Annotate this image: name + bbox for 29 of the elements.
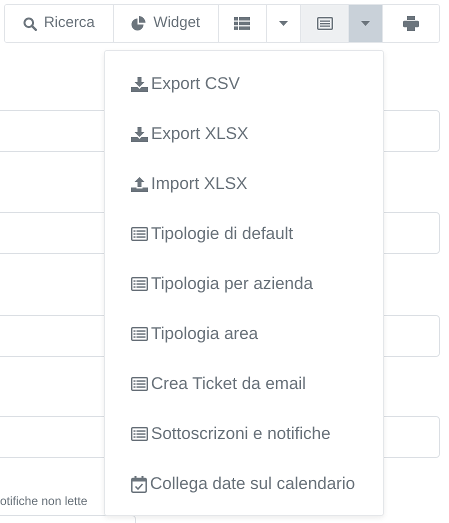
menu-item[interactable]: Crea Ticket da email — [105, 359, 383, 409]
list-card-icon — [131, 427, 148, 441]
menu-item[interactable]: Tipologie di default — [105, 209, 383, 259]
list-card-icon — [131, 227, 148, 241]
list-icon — [234, 17, 250, 30]
dropdown-toggle[interactable] — [349, 5, 384, 42]
menu-item[interactable]: Tipologia area — [105, 309, 383, 359]
list-card-icon — [131, 277, 148, 291]
list-card-icon — [131, 327, 148, 341]
pie-chart-icon — [131, 16, 146, 31]
menu-item[interactable]: Sottoscrizoni e notifiche — [105, 409, 383, 459]
menu-item[interactable]: Tipologia per azienda — [105, 259, 383, 309]
card-view-button[interactable] — [300, 5, 350, 42]
list-card-icon — [131, 377, 148, 391]
search-button[interactable]: Ricerca — [5, 5, 114, 42]
menu-item[interactable]: Collega date sul calendario — [105, 459, 383, 509]
card-icon — [316, 17, 333, 30]
printer-icon — [403, 16, 420, 31]
menu-item[interactable]: Export CSV — [105, 59, 383, 109]
checkbox-label: otifiche non lette — [0, 493, 88, 510]
download-icon — [131, 76, 148, 92]
menu-item[interactable]: Import XLSX — [105, 159, 383, 209]
caret-icon — [278, 21, 288, 26]
caret-icon — [361, 21, 370, 26]
download-icon — [131, 126, 148, 142]
menu-item[interactable]: Export XLSX — [105, 109, 383, 159]
upload-icon — [131, 176, 148, 192]
search-icon — [22, 16, 37, 30]
calendar-check-icon — [131, 476, 147, 492]
